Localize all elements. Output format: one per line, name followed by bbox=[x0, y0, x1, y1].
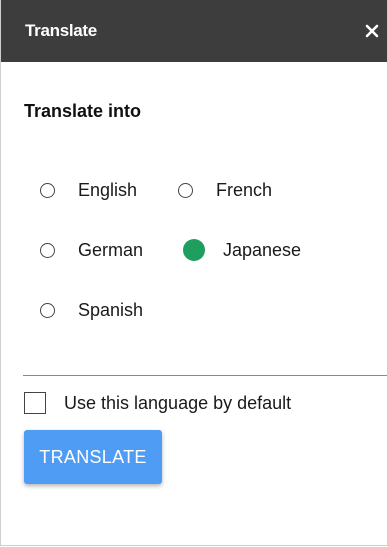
divider bbox=[23, 375, 387, 376]
radio-option-german[interactable]: German bbox=[40, 235, 143, 265]
radio-option-spanish[interactable]: Spanish bbox=[40, 295, 143, 325]
default-language-checkbox[interactable] bbox=[24, 392, 46, 414]
radio-option-french[interactable]: French bbox=[178, 175, 272, 205]
translate-button[interactable]: TRANSLATE bbox=[24, 430, 162, 484]
close-button[interactable] bbox=[357, 16, 387, 46]
default-language-option[interactable]: Use this language by default bbox=[24, 392, 291, 414]
radio-label-german: German bbox=[78, 239, 144, 260]
radio-button-english[interactable] bbox=[40, 182, 55, 198]
radio-label-english: English bbox=[78, 179, 138, 200]
section-heading: Translate into bbox=[24, 101, 142, 121]
radio-label-japanese: Japanese bbox=[223, 239, 302, 260]
radio-option-english[interactable]: English bbox=[40, 175, 137, 205]
radio-button-spanish[interactable] bbox=[40, 302, 55, 318]
default-language-label: Use this language by default bbox=[64, 392, 292, 413]
radio-button-japanese[interactable] bbox=[183, 239, 205, 261]
translate-dialog: Translate Translate into English French … bbox=[0, 0, 388, 546]
dialog-title: Translate bbox=[25, 21, 97, 40]
dialog-titlebar: Translate bbox=[1, 0, 387, 62]
radio-label-spanish: Spanish bbox=[78, 299, 144, 320]
close-icon bbox=[365, 24, 379, 38]
radio-button-german[interactable] bbox=[40, 242, 55, 258]
radio-button-french[interactable] bbox=[178, 182, 193, 198]
radio-option-japanese[interactable]: Japanese bbox=[183, 235, 301, 265]
radio-label-french: French bbox=[216, 179, 273, 200]
